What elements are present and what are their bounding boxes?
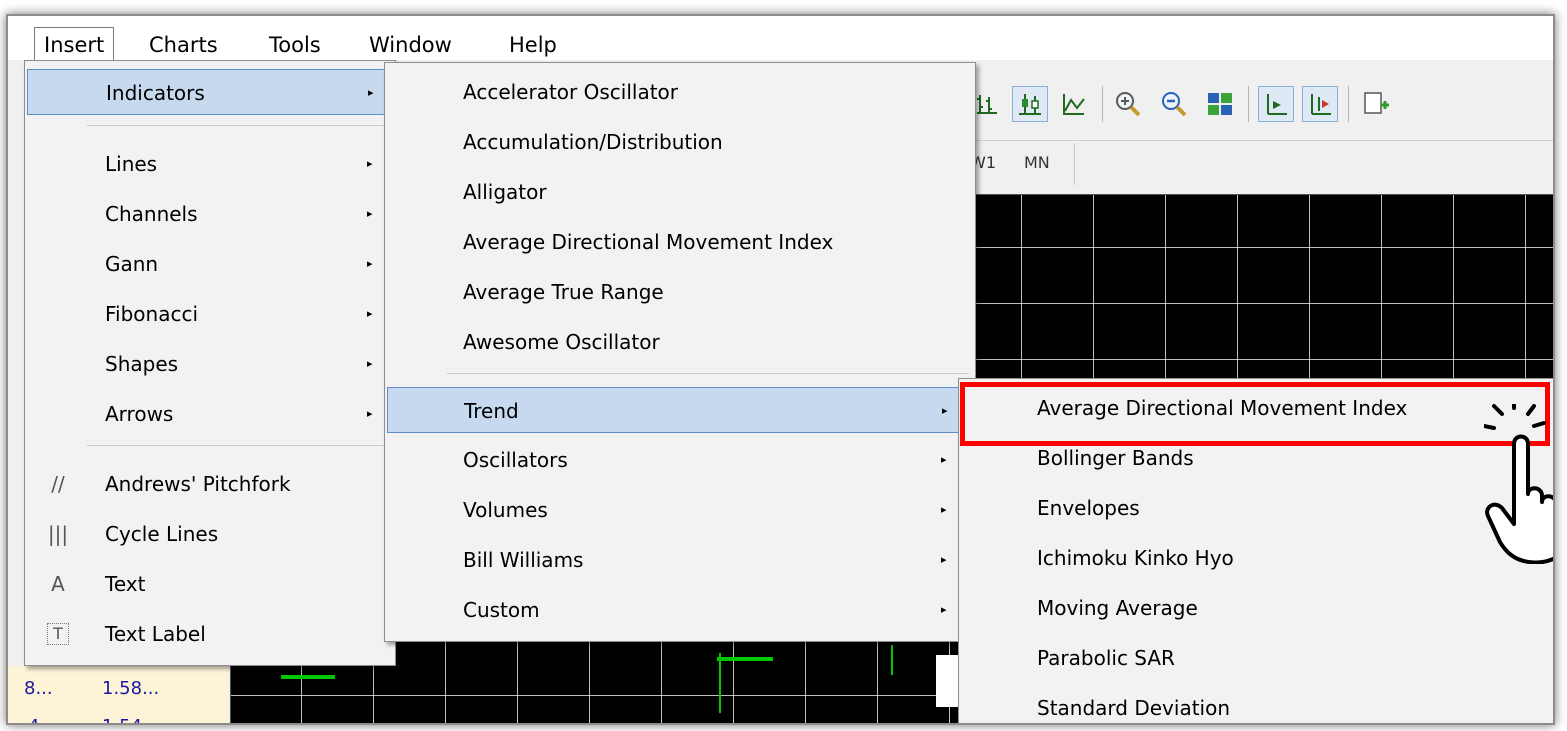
- menu-window[interactable]: Window: [360, 32, 461, 58]
- menu-item-bill-williams[interactable]: Bill Williams ▸: [387, 537, 973, 583]
- highlight-frame: [960, 382, 1550, 446]
- submenu-arrow-icon: ▸: [367, 157, 373, 170]
- submenu-arrow-icon: ▸: [941, 603, 947, 616]
- zoom-out-icon[interactable]: [1156, 86, 1192, 122]
- menu-item-awesome-oscillator[interactable]: Awesome Oscillator: [387, 319, 973, 365]
- data-cell: 4: [28, 716, 39, 723]
- submenu-arrow-icon: ▸: [368, 86, 374, 99]
- menu-item-oscillators[interactable]: Oscillators ▸: [387, 437, 973, 483]
- tile-windows-icon[interactable]: [1202, 86, 1238, 122]
- timeframe-mn[interactable]: MN: [1024, 153, 1050, 172]
- text-icon: A: [51, 572, 65, 596]
- menu-item-fibonacci[interactable]: Fibonacci ▸: [27, 291, 393, 337]
- menu-item-ichimoku-kinko-hyo[interactable]: Ichimoku Kinko Hyo: [961, 535, 1553, 581]
- menu-tools[interactable]: Tools: [260, 32, 330, 58]
- text-label-icon: T: [47, 623, 69, 645]
- timeframe-separator: [1074, 143, 1075, 185]
- cycle-lines-icon: |||: [47, 522, 69, 546]
- submenu-arrow-icon: ▸: [367, 357, 373, 370]
- candle-wick: [891, 645, 893, 675]
- zoom-in-icon[interactable]: [1110, 86, 1146, 122]
- menu-item-trend[interactable]: Trend ▸: [387, 387, 973, 433]
- insert-menu: Indicators ▸ Lines ▸ Channels ▸ Gann ▸ F…: [24, 60, 396, 666]
- toolbar-separator: [1248, 86, 1249, 122]
- submenu-arrow-icon: ▸: [941, 553, 947, 566]
- chart-shift-icon[interactable]: [1302, 86, 1338, 122]
- pitchfork-icon: //: [51, 472, 65, 496]
- submenu-arrow-icon: ▸: [367, 257, 373, 270]
- menu-item-cycle-lines[interactable]: ||| Cycle Lines: [27, 511, 393, 557]
- menu-help[interactable]: Help: [500, 32, 566, 58]
- menu-item-gann[interactable]: Gann ▸: [27, 241, 393, 287]
- menu-item-parabolic-sar[interactable]: Parabolic SAR: [961, 635, 1553, 681]
- menu-item-lines[interactable]: Lines ▸: [27, 141, 393, 187]
- menu-item-text[interactable]: A Text: [27, 561, 393, 607]
- autoscroll-icon[interactable]: [1258, 86, 1294, 122]
- menu-item-accumulation-distribution[interactable]: Accumulation/Distribution: [387, 119, 973, 165]
- menu-item-moving-average[interactable]: Moving Average: [961, 585, 1553, 631]
- menu-item-arrows[interactable]: Arrows ▸: [27, 391, 393, 437]
- menu-separator: [87, 125, 389, 126]
- candle-wick: [719, 653, 721, 713]
- menu-insert[interactable]: Insert: [34, 27, 115, 61]
- menu-item-envelopes[interactable]: Envelopes: [961, 485, 1553, 531]
- menu-item-average-true-range[interactable]: Average True Range: [387, 269, 973, 315]
- menu-charts[interactable]: Charts: [140, 32, 227, 58]
- menu-item-average-directional-movement-index[interactable]: Average Directional Movement Index: [387, 219, 973, 265]
- menu-bar: Insert Charts Tools Window Help: [8, 16, 1553, 61]
- toolbar-separator: [1348, 86, 1349, 122]
- candlestick-icon[interactable]: [1012, 86, 1048, 122]
- menu-item-alligator[interactable]: Alligator: [387, 169, 973, 215]
- candle-body: [281, 675, 335, 679]
- candle-body: [717, 657, 773, 661]
- app-window: Insert Charts Tools Window Help W1 MN 8.…: [6, 14, 1555, 725]
- menu-item-volumes[interactable]: Volumes ▸: [387, 487, 973, 533]
- data-cell: 8...: [24, 678, 53, 699]
- submenu-arrow-icon: ▸: [367, 407, 373, 420]
- menu-separator: [447, 373, 969, 374]
- submenu-arrow-icon: ▸: [367, 307, 373, 320]
- menu-item-accelerator-oscillator[interactable]: Accelerator Oscillator: [387, 69, 973, 115]
- menu-item-channels[interactable]: Channels ▸: [27, 191, 393, 237]
- submenu-arrow-icon: ▸: [942, 404, 948, 417]
- menu-item-standard-deviation[interactable]: Standard Deviation: [961, 685, 1553, 723]
- menu-item-indicators[interactable]: Indicators ▸: [27, 69, 393, 115]
- new-order-icon[interactable]: [1358, 86, 1394, 122]
- pointer-hand-icon: [1482, 402, 1553, 568]
- submenu-arrow-icon: ▸: [941, 503, 947, 516]
- toolbar-separator: [1102, 86, 1103, 122]
- menu-item-shapes[interactable]: Shapes ▸: [27, 341, 393, 387]
- data-cell: 1.58...: [102, 678, 160, 699]
- menu-item-text-label[interactable]: T Text Label: [27, 611, 393, 657]
- data-cell: 1.54: [102, 716, 142, 723]
- indicators-menu: Accelerator Oscillator Accumulation/Dist…: [384, 62, 976, 642]
- menu-separator: [87, 445, 389, 446]
- data-column: 8... 1.58... 4 1.54: [8, 666, 228, 723]
- submenu-arrow-icon: ▸: [367, 207, 373, 220]
- menu-item-andrews-pitchfork[interactable]: // Andrews' Pitchfork: [27, 461, 393, 507]
- line-chart-icon[interactable]: [1056, 86, 1092, 122]
- submenu-arrow-icon: ▸: [941, 453, 947, 466]
- menu-item-custom[interactable]: Custom ▸: [387, 587, 973, 633]
